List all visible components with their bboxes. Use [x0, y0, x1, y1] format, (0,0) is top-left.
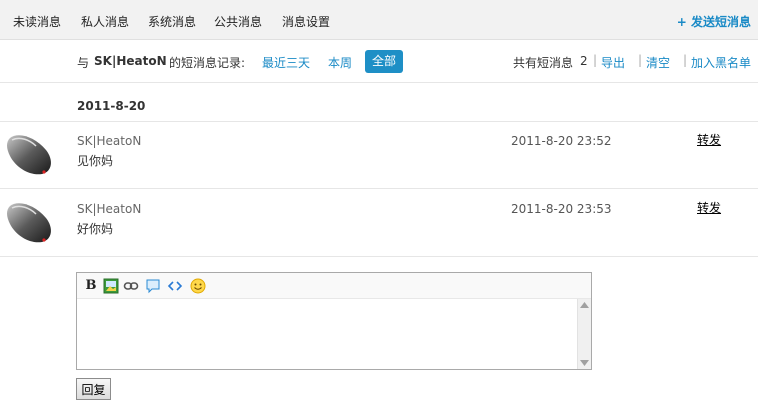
- message-nav-bar: 未读消息 私人消息 系统消息 公共消息 消息设置 + 发送短消息: [0, 0, 758, 40]
- message-item: SK|HeatoN 好你妈 2011-8-20 23:53 转发: [0, 190, 758, 257]
- send-message-link[interactable]: + 发送短消息: [677, 13, 751, 30]
- scroll-up-icon[interactable]: [580, 302, 589, 308]
- add-to-blacklist-link[interactable]: 加入黑名单: [691, 54, 751, 71]
- filter-this-week[interactable]: 本周: [328, 54, 352, 71]
- filter-prefix: 与: [77, 56, 90, 70]
- forward-link[interactable]: 转发: [697, 131, 721, 148]
- tab-public[interactable]: 公共消息: [214, 13, 262, 30]
- conversation-user: SK|HeatoN: [94, 54, 167, 68]
- tab-settings[interactable]: 消息设置: [282, 13, 330, 30]
- link-icon[interactable]: [123, 278, 139, 294]
- message-text: 好你妈: [77, 222, 114, 236]
- code-icon[interactable]: [167, 278, 183, 294]
- reply-textarea[interactable]: [77, 299, 577, 367]
- bold-icon[interactable]: B: [83, 278, 99, 294]
- tab-system[interactable]: 系统消息: [148, 13, 196, 30]
- image-icon[interactable]: [103, 278, 119, 294]
- conversation-filter-bar: 与 SK|HeatoN 的短消息记录: 最近三天 本周 全部 共有短消息 2 |…: [0, 40, 758, 83]
- avatar-mouse-icon: [7, 135, 51, 175]
- tab-private[interactable]: 私人消息: [81, 13, 129, 30]
- message-timestamp: 2011-8-20 23:52: [511, 134, 612, 148]
- date-group-header: 2011-8-20: [77, 99, 146, 113]
- filter-suffix: 的短消息记录:: [169, 56, 246, 70]
- reply-button[interactable]: 回复: [76, 378, 111, 400]
- message-timestamp: 2011-8-20 23:53: [511, 202, 612, 216]
- export-link[interactable]: 导出: [601, 54, 625, 71]
- total-label: 共有短消息: [513, 56, 574, 70]
- avatar-mouse-icon: [7, 203, 51, 243]
- quote-icon[interactable]: [145, 278, 161, 294]
- divider: |: [593, 53, 598, 67]
- clear-link[interactable]: 清空: [646, 54, 670, 71]
- message-author[interactable]: SK|HeatoN: [77, 202, 141, 216]
- smiley-icon[interactable]: [190, 278, 206, 294]
- message-author[interactable]: SK|HeatoN: [77, 134, 141, 148]
- divider: |: [683, 53, 688, 67]
- filter-all[interactable]: 全部: [365, 50, 403, 73]
- message-item: SK|HeatoN 见你妈 2011-8-20 23:52 转发: [0, 122, 758, 189]
- reply-editor: B: [76, 272, 592, 370]
- forward-link[interactable]: 转发: [697, 199, 721, 216]
- editor-scrollbar[interactable]: [577, 299, 591, 369]
- message-text: 见你妈: [77, 154, 114, 168]
- total-count: 2: [580, 54, 588, 68]
- tab-unread[interactable]: 未读消息: [13, 13, 61, 30]
- scroll-down-icon[interactable]: [580, 360, 589, 366]
- filter-recent-three-days[interactable]: 最近三天: [262, 54, 310, 71]
- divider: |: [638, 53, 643, 67]
- divider: [0, 256, 758, 257]
- editor-toolbar: B: [77, 273, 591, 299]
- divider: [0, 188, 758, 189]
